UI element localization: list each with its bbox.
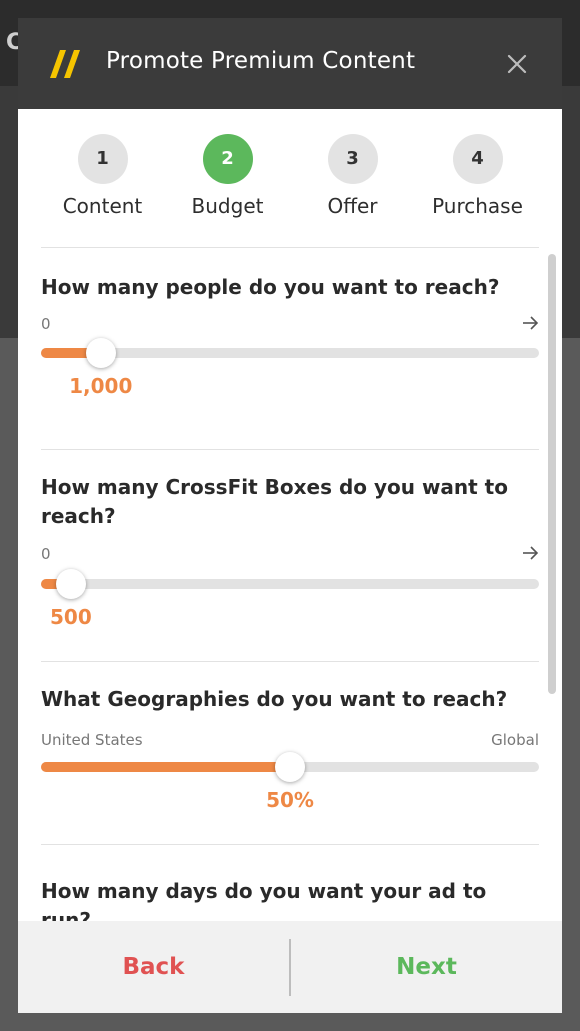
scrollbar[interactable] [548, 254, 556, 694]
slider-thumb[interactable] [55, 569, 86, 599]
budget-form: How many people do you want to reach? 0 … [18, 247, 562, 921]
step-label: Purchase [432, 194, 523, 218]
step-purchase[interactable]: 4 Purchase [415, 134, 540, 218]
modal-title: Promote Premium Content [106, 48, 416, 74]
arrow-right-icon [523, 316, 539, 330]
step-number: 2 [202, 134, 253, 184]
geographies-section: What Geographies do you want to reach? U… [41, 685, 539, 812]
step-label: Offer [327, 194, 378, 218]
days-section: How many days do you want your ad to run… [41, 877, 539, 921]
range-labels: 0 [41, 315, 539, 335]
step-offer[interactable]: 3 Offer [290, 134, 415, 218]
step-number: 3 [327, 134, 378, 184]
boxes-reach-section: How many CrossFit Boxes do you want to r… [41, 473, 539, 629]
slider-fill [41, 762, 290, 772]
divider [41, 247, 539, 248]
range-min-label: 0 [41, 315, 51, 333]
step-content[interactable]: 1 Content [40, 134, 165, 218]
double-slash-logo-icon [50, 50, 80, 78]
divider [41, 661, 539, 662]
arrow-right-icon [523, 546, 539, 560]
question-label: How many CrossFit Boxes do you want to r… [41, 475, 508, 528]
people-reach-section: How many people do you want to reach? 0 … [41, 273, 539, 398]
step-budget[interactable]: 2 Budget [165, 134, 290, 218]
range-labels: 0 [41, 545, 539, 565]
geographies-value: 50% [266, 788, 314, 812]
range-max-label: Global [491, 731, 539, 749]
step-number: 1 [77, 134, 128, 184]
slider-thumb[interactable] [275, 752, 305, 782]
back-button[interactable]: Back [18, 921, 289, 1013]
divider [41, 449, 539, 450]
modal-header: Promote Premium Content [18, 18, 562, 109]
step-label: Budget [191, 194, 264, 218]
boxes-value: 500 [50, 605, 92, 629]
boxes-slider[interactable] [41, 569, 539, 599]
divider [41, 844, 539, 845]
geographies-slider[interactable] [41, 752, 539, 782]
question-label: What Geographies do you want to reach? [41, 687, 508, 711]
promote-modal: Promote Premium Content 1 Content 2 Budg… [18, 18, 562, 1013]
range-min-label: United States [41, 731, 143, 749]
question-label: How many people do you want to reach? [41, 275, 500, 299]
people-slider[interactable] [41, 338, 539, 368]
close-icon[interactable] [504, 51, 530, 77]
modal-footer: Back Next [18, 921, 562, 1013]
people-value: 1,000 [69, 374, 133, 398]
step-number: 4 [452, 134, 503, 184]
scrollbar-thumb[interactable] [548, 254, 556, 694]
range-min-label: 0 [41, 545, 51, 563]
next-button[interactable]: Next [291, 921, 562, 1013]
stepper: 1 Content 2 Budget 3 Offer 4 Purchase [18, 134, 562, 244]
step-label: Content [62, 194, 143, 218]
range-labels: United States Global [41, 731, 539, 751]
slider-thumb[interactable] [85, 338, 116, 368]
question-label: How many days do you want your ad to run… [41, 879, 487, 921]
